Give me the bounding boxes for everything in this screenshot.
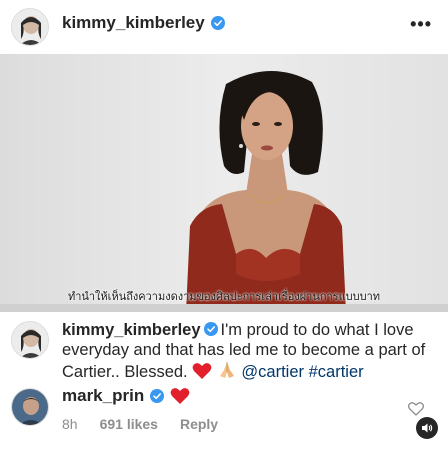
caption-username[interactable]: kimmy_kimberley [62, 321, 201, 339]
heart-emoji-icon [170, 388, 190, 404]
praying-hands-emoji-icon [219, 362, 234, 378]
author-name-group: kimmy_kimberley [62, 13, 225, 33]
reply-button[interactable]: Reply [180, 416, 218, 432]
caption-text: kimmy_kimberley I'm proud to do what I lo… [62, 320, 440, 382]
more-options-icon[interactable]: ••• [410, 14, 432, 35]
author-avatar[interactable] [11, 8, 49, 46]
video-subtitle: ทำนำให้เห็นถึงความงดงามของศิลปะการเล่าเร… [67, 291, 381, 303]
cartier-mention-link[interactable]: @cartier [241, 363, 304, 381]
video-frame [0, 54, 448, 312]
commenter-avatar[interactable] [11, 388, 49, 426]
comment-head: mark_prin [62, 386, 190, 406]
post-video[interactable]: ทำนำให้เห็นถึงความงดงามของศิลปะการเล่าเร… [0, 54, 448, 312]
verified-badge-icon [210, 16, 225, 30]
author-username[interactable]: kimmy_kimberley [62, 13, 205, 33]
verified-badge-icon [203, 322, 218, 336]
caption-avatar[interactable] [11, 321, 49, 359]
video-floor [0, 304, 448, 312]
commenter-username[interactable]: mark_prin [62, 386, 144, 406]
post-header: kimmy_kimberley ••• [0, 0, 448, 54]
like-heart-icon[interactable] [408, 402, 424, 416]
comment-meta: 8h 691 likes Reply [62, 416, 218, 432]
comment-likes[interactable]: 691 likes [100, 416, 158, 432]
cartier-hashtag-link[interactable]: #cartier [309, 363, 364, 381]
comment-time: 8h [62, 416, 78, 432]
sound-toggle-icon[interactable] [416, 417, 438, 439]
verified-badge-icon [150, 389, 165, 403]
heart-emoji-icon [192, 363, 212, 379]
